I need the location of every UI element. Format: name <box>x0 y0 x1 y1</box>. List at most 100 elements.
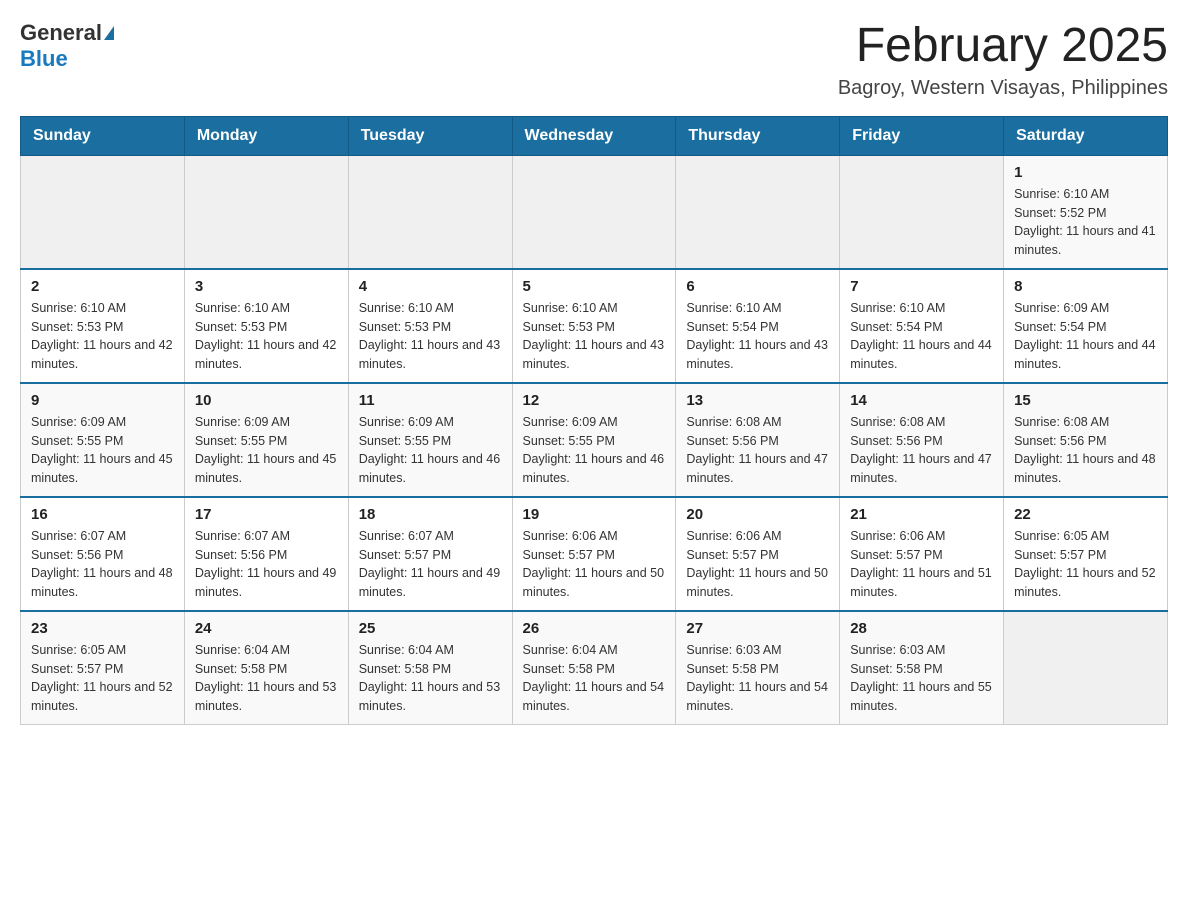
calendar-day-cell: 20 Sunrise: 6:06 AM Sunset: 5:57 PM Dayli… <box>676 497 840 611</box>
day-number: 8 <box>1014 278 1157 295</box>
day-info: Sunrise: 6:04 AM Sunset: 5:58 PM Dayligh… <box>359 641 502 716</box>
day-number: 20 <box>686 506 829 523</box>
day-info: Sunrise: 6:09 AM Sunset: 5:54 PM Dayligh… <box>1014 299 1157 374</box>
day-number: 23 <box>31 620 174 637</box>
day-info: Sunrise: 6:10 AM Sunset: 5:53 PM Dayligh… <box>195 299 338 374</box>
day-info: Sunrise: 6:07 AM Sunset: 5:57 PM Dayligh… <box>359 527 502 602</box>
calendar-day-cell: 15Sunrise: 6:08 AM Sunset: 5:56 PM Dayli… <box>1004 383 1168 497</box>
day-number: 28 <box>850 620 993 637</box>
calendar-day-cell: 6 Sunrise: 6:10 AM Sunset: 5:54 PM Daylig… <box>676 269 840 383</box>
day-number: 25 <box>359 620 502 637</box>
weekday-header-friday: Friday <box>840 116 1004 155</box>
calendar-day-cell: 1 Sunrise: 6:10 AM Sunset: 5:52 PM Daylig… <box>1004 155 1168 269</box>
day-number: 2 <box>31 278 174 295</box>
day-info: Sunrise: 6:06 AM Sunset: 5:57 PM Dayligh… <box>850 527 993 602</box>
calendar-day-cell <box>21 155 185 269</box>
day-number: 6 <box>686 278 829 295</box>
day-number: 7 <box>850 278 993 295</box>
calendar-day-cell: 7 Sunrise: 6:10 AM Sunset: 5:54 PM Daylig… <box>840 269 1004 383</box>
calendar-day-cell: 26 Sunrise: 6:04 AM Sunset: 5:58 PM Dayli… <box>512 611 676 725</box>
calendar-day-cell: 12Sunrise: 6:09 AM Sunset: 5:55 PM Dayli… <box>512 383 676 497</box>
calendar-day-cell <box>348 155 512 269</box>
weekday-header-wednesday: Wednesday <box>512 116 676 155</box>
calendar-day-cell: 27 Sunrise: 6:03 AM Sunset: 5:58 PM Dayli… <box>676 611 840 725</box>
calendar-day-cell: 19Sunrise: 6:06 AM Sunset: 5:57 PM Dayli… <box>512 497 676 611</box>
day-info: Sunrise: 6:05 AM Sunset: 5:57 PM Dayligh… <box>31 641 174 716</box>
weekday-header-thursday: Thursday <box>676 116 840 155</box>
day-number: 10 <box>195 392 338 409</box>
day-number: 9 <box>31 392 174 409</box>
day-number: 24 <box>195 620 338 637</box>
logo: General Blue <box>20 20 114 72</box>
calendar-day-cell: 14Sunrise: 6:08 AM Sunset: 5:56 PM Dayli… <box>840 383 1004 497</box>
day-info: Sunrise: 6:09 AM Sunset: 5:55 PM Dayligh… <box>31 413 174 488</box>
day-number: 3 <box>195 278 338 295</box>
day-number: 26 <box>523 620 666 637</box>
day-info: Sunrise: 6:05 AM Sunset: 5:57 PM Dayligh… <box>1014 527 1157 602</box>
day-info: Sunrise: 6:07 AM Sunset: 5:56 PM Dayligh… <box>31 527 174 602</box>
weekday-header-row: SundayMondayTuesdayWednesdayThursdayFrid… <box>21 116 1168 155</box>
weekday-header-monday: Monday <box>184 116 348 155</box>
weekday-header-saturday: Saturday <box>1004 116 1168 155</box>
calendar-day-cell: 25 Sunrise: 6:04 AM Sunset: 5:58 PM Dayli… <box>348 611 512 725</box>
logo-general-text: General <box>20 20 102 46</box>
title-section: February 2025 Bagroy, Western Visayas, P… <box>838 20 1168 100</box>
weekday-header-tuesday: Tuesday <box>348 116 512 155</box>
calendar-week-row: 9 Sunrise: 6:09 AM Sunset: 5:55 PM Daylig… <box>21 383 1168 497</box>
calendar-day-cell: 13 Sunrise: 6:08 AM Sunset: 5:56 PM Dayli… <box>676 383 840 497</box>
calendar-day-cell: 16 Sunrise: 6:07 AM Sunset: 5:56 PM Dayli… <box>21 497 185 611</box>
calendar-day-cell <box>184 155 348 269</box>
day-info: Sunrise: 6:06 AM Sunset: 5:57 PM Dayligh… <box>686 527 829 602</box>
day-info: Sunrise: 6:03 AM Sunset: 5:58 PM Dayligh… <box>850 641 993 716</box>
day-info: Sunrise: 6:10 AM Sunset: 5:53 PM Dayligh… <box>31 299 174 374</box>
calendar-day-cell: 18 Sunrise: 6:07 AM Sunset: 5:57 PM Dayli… <box>348 497 512 611</box>
day-info: Sunrise: 6:09 AM Sunset: 5:55 PM Dayligh… <box>523 413 666 488</box>
day-info: Sunrise: 6:08 AM Sunset: 5:56 PM Dayligh… <box>1014 413 1157 488</box>
day-number: 16 <box>31 506 174 523</box>
calendar-day-cell: 10Sunrise: 6:09 AM Sunset: 5:55 PM Dayli… <box>184 383 348 497</box>
calendar-day-cell: 9 Sunrise: 6:09 AM Sunset: 5:55 PM Daylig… <box>21 383 185 497</box>
day-number: 1 <box>1014 164 1157 181</box>
calendar-day-cell <box>840 155 1004 269</box>
calendar-day-cell <box>512 155 676 269</box>
day-info: Sunrise: 6:04 AM Sunset: 5:58 PM Dayligh… <box>523 641 666 716</box>
day-info: Sunrise: 6:10 AM Sunset: 5:53 PM Dayligh… <box>523 299 666 374</box>
day-number: 5 <box>523 278 666 295</box>
day-info: Sunrise: 6:09 AM Sunset: 5:55 PM Dayligh… <box>359 413 502 488</box>
calendar-table: SundayMondayTuesdayWednesdayThursdayFrid… <box>20 116 1168 725</box>
calendar-day-cell <box>1004 611 1168 725</box>
calendar-day-cell <box>676 155 840 269</box>
day-number: 21 <box>850 506 993 523</box>
calendar-day-cell: 4 Sunrise: 6:10 AM Sunset: 5:53 PM Daylig… <box>348 269 512 383</box>
calendar-week-row: 16 Sunrise: 6:07 AM Sunset: 5:56 PM Dayli… <box>21 497 1168 611</box>
month-year-title: February 2025 <box>838 20 1168 73</box>
day-info: Sunrise: 6:10 AM Sunset: 5:53 PM Dayligh… <box>359 299 502 374</box>
day-info: Sunrise: 6:10 AM Sunset: 5:54 PM Dayligh… <box>850 299 993 374</box>
calendar-week-row: 23 Sunrise: 6:05 AM Sunset: 5:57 PM Dayli… <box>21 611 1168 725</box>
day-info: Sunrise: 6:04 AM Sunset: 5:58 PM Dayligh… <box>195 641 338 716</box>
page-header: General Blue February 2025 Bagroy, Weste… <box>20 20 1168 100</box>
calendar-day-cell: 2 Sunrise: 6:10 AM Sunset: 5:53 PM Daylig… <box>21 269 185 383</box>
day-info: Sunrise: 6:08 AM Sunset: 5:56 PM Dayligh… <box>686 413 829 488</box>
calendar-day-cell: 23 Sunrise: 6:05 AM Sunset: 5:57 PM Dayli… <box>21 611 185 725</box>
day-info: Sunrise: 6:10 AM Sunset: 5:52 PM Dayligh… <box>1014 185 1157 260</box>
weekday-header-sunday: Sunday <box>21 116 185 155</box>
calendar-day-cell: 28 Sunrise: 6:03 AM Sunset: 5:58 PM Dayli… <box>840 611 1004 725</box>
calendar-week-row: 1 Sunrise: 6:10 AM Sunset: 5:52 PM Daylig… <box>21 155 1168 269</box>
logo-triangle-icon <box>104 26 114 40</box>
calendar-day-cell: 11 Sunrise: 6:09 AM Sunset: 5:55 PM Dayli… <box>348 383 512 497</box>
day-info: Sunrise: 6:07 AM Sunset: 5:56 PM Dayligh… <box>195 527 338 602</box>
day-info: Sunrise: 6:03 AM Sunset: 5:58 PM Dayligh… <box>686 641 829 716</box>
calendar-day-cell: 22Sunrise: 6:05 AM Sunset: 5:57 PM Dayli… <box>1004 497 1168 611</box>
calendar-day-cell: 17Sunrise: 6:07 AM Sunset: 5:56 PM Dayli… <box>184 497 348 611</box>
day-number: 27 <box>686 620 829 637</box>
calendar-day-cell: 3 Sunrise: 6:10 AM Sunset: 5:53 PM Daylig… <box>184 269 348 383</box>
day-info: Sunrise: 6:10 AM Sunset: 5:54 PM Dayligh… <box>686 299 829 374</box>
location-subtitle: Bagroy, Western Visayas, Philippines <box>838 77 1168 100</box>
day-number: 19 <box>523 506 666 523</box>
day-number: 13 <box>686 392 829 409</box>
day-number: 11 <box>359 392 502 409</box>
day-number: 14 <box>850 392 993 409</box>
day-number: 4 <box>359 278 502 295</box>
day-number: 18 <box>359 506 502 523</box>
